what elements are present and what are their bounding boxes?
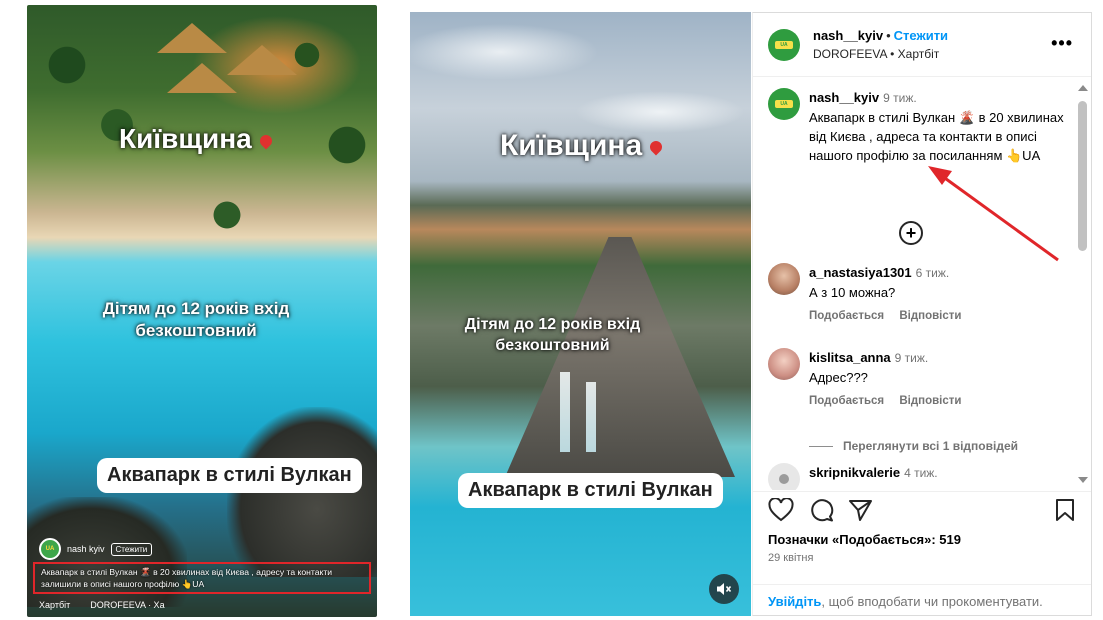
waterfall	[586, 382, 596, 452]
action-icons-row	[768, 498, 1076, 526]
caption-text: Аквапарк в стилі Вулкан 🌋 в 20 хвилинах …	[809, 110, 1064, 163]
waterpark-banner: Аквапарк в стилі Вулкан	[97, 458, 362, 493]
speaker-muted-icon	[717, 583, 732, 595]
music-row: Хартбіт DOROFEEVA · Ха	[39, 600, 165, 610]
follow-button[interactable]: Стежити	[110, 542, 153, 556]
separator: •	[886, 28, 891, 43]
scroll-up-icon[interactable]	[1078, 85, 1088, 91]
mute-button[interactable]	[709, 574, 739, 604]
avatar[interactable]: UA	[39, 538, 61, 560]
location-pin-icon	[257, 132, 275, 150]
comment-time[interactable]: 9 тиж.	[883, 91, 917, 105]
follow-button[interactable]: Стежити	[894, 28, 948, 43]
share-icon[interactable]	[848, 498, 874, 522]
avatar[interactable]	[768, 463, 800, 490]
heart-icon[interactable]	[768, 498, 794, 522]
login-prompt: Увійдіть, щоб вподобати чи прокоментуват…	[753, 584, 1091, 609]
music-artist: DOROFEEVA · Ха	[90, 600, 165, 610]
caption-body: nash__kyiv 9 тиж. Аквапарк в стилі Вулкан…	[809, 88, 1064, 165]
free-entry-text: Дітям до 12 років вхід безкоштовний	[102, 299, 290, 340]
avatar[interactable]	[768, 348, 800, 380]
comment-time[interactable]: 4 тиж.	[904, 466, 938, 480]
header-username-row: nash__kyiv • Стежити	[813, 28, 948, 43]
comment-body: skripnikvalerie 4 тиж.	[809, 463, 1064, 483]
comment-text: А з 10 можна?	[809, 285, 896, 300]
post-header: UA nash__kyiv • Стежити DOROFEEVA • Хартбі…	[753, 13, 1091, 77]
divider	[809, 445, 833, 447]
login-prompt-text: , щоб вподобати чи прокоментувати.	[821, 594, 1043, 609]
tiktok-video-screenshot: Київщина Дітям до 12 років вхід безкошто…	[27, 5, 377, 617]
comment-username[interactable]: a_nastasiya1301	[809, 265, 912, 280]
video-account-row: UA nash kyiv Стежити	[39, 538, 153, 560]
comment-actions: Подобається Відповісти	[809, 307, 973, 326]
reply-button[interactable]: Відповісти	[899, 395, 961, 407]
video-title-overlay: Київщина	[119, 123, 275, 155]
bookmark-icon[interactable]	[1054, 498, 1076, 522]
comments-list: UA nash__kyiv 9 тиж. Аквапарк в стилі Вул…	[753, 78, 1075, 490]
login-link[interactable]: Увійдіть	[768, 594, 821, 609]
post-actions: Позначки «Подобається»: 519 29 квітня Ув…	[753, 491, 1091, 617]
post-sidebar: UA nash__kyiv • Стежити DOROFEEVA • Хартбі…	[752, 12, 1092, 616]
like-comment-button[interactable]: Подобається	[809, 310, 884, 322]
video-title-overlay: Київщина	[500, 129, 665, 163]
comment-body: kislitsa_anna 9 тиж. Адрес???	[809, 348, 1064, 387]
audio-link[interactable]: DOROFEEVA • Хартбіт	[813, 47, 939, 61]
post-video[interactable]: Київщина Дітям до 12 років вхід безкошто…	[410, 12, 751, 616]
header-username[interactable]: nash__kyiv	[813, 28, 883, 43]
comment-username[interactable]: skripnikvalerie	[809, 465, 900, 480]
free-entry-text: Дітям до 12 років вхід безкоштовний	[464, 316, 641, 354]
comment-time[interactable]: 9 тиж.	[895, 351, 929, 365]
highlighted-caption: Аквапарк в стилі Вулкан 🌋 в 20 хвилинах …	[33, 562, 371, 594]
more-options-icon[interactable]: •••	[1051, 33, 1073, 54]
like-comment-button[interactable]: Подобається	[809, 395, 884, 407]
comment-time[interactable]: 6 тиж.	[916, 266, 950, 280]
view-replies-button[interactable]: Переглянути всі 1 відповідей	[809, 439, 1018, 453]
likes-count[interactable]: Позначки «Подобається»: 519	[768, 532, 961, 547]
reply-button[interactable]: Відповісти	[899, 310, 961, 322]
avatar[interactable]: UA	[768, 88, 800, 120]
waterpark-banner: Аквапарк в стилі Вулкан	[458, 473, 723, 508]
volcano-image	[505, 237, 735, 477]
avatar[interactable]	[768, 263, 800, 295]
location-pin-icon	[647, 138, 665, 156]
music-title: Хартбіт	[39, 600, 71, 610]
comment-username[interactable]: kislitsa_anna	[809, 350, 891, 365]
sky-clouds	[410, 12, 751, 192]
waterfall	[560, 372, 570, 452]
post-date[interactable]: 29 квітня	[768, 552, 813, 564]
comment-username[interactable]: nash__kyiv	[809, 90, 879, 105]
comments-scrollbar[interactable]	[1075, 79, 1090, 489]
comment-body: a_nastasiya1301 6 тиж. А з 10 можна?	[809, 263, 1064, 302]
load-more-comments-button[interactable]: +	[899, 221, 923, 245]
scrollbar-thumb[interactable]	[1078, 101, 1087, 251]
account-name[interactable]: nash kyiv	[67, 544, 105, 554]
comment-actions: Подобається Відповісти	[809, 392, 973, 411]
scroll-down-icon[interactable]	[1078, 477, 1088, 483]
comment-text: Адрес???	[809, 370, 868, 385]
avatar[interactable]: UA	[768, 29, 800, 61]
comment-icon[interactable]	[808, 498, 834, 522]
view-replies-label: Переглянути всі 1 відповідей	[843, 439, 1018, 453]
